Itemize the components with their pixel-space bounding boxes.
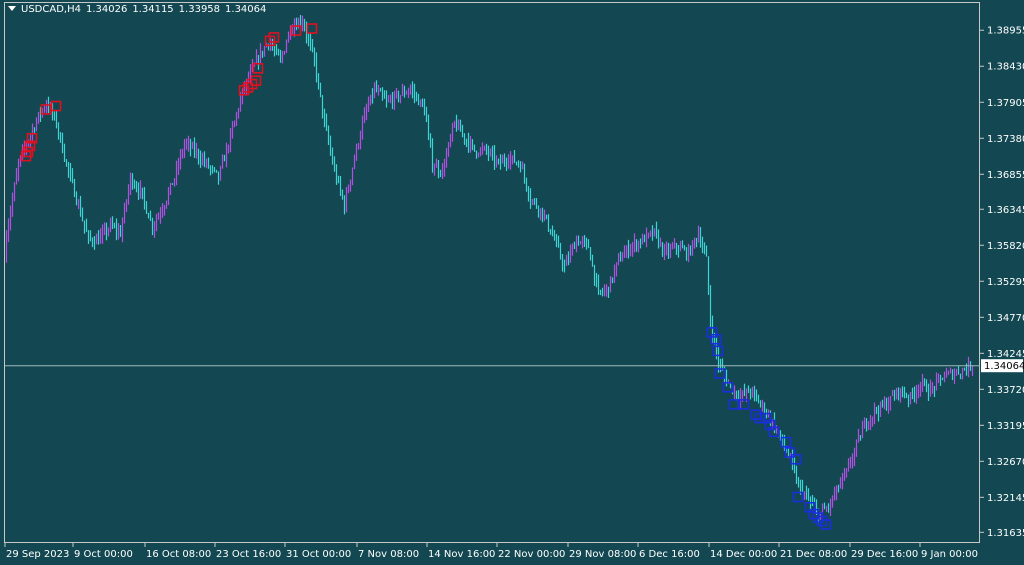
y-tick-label: 1.32145	[987, 493, 1024, 504]
x-tick-label: 14 Nov 16:00	[428, 549, 495, 560]
chart-header: USDCAD,H4 1.34026 1.34115 1.33958 1.34064	[8, 4, 271, 15]
y-tick-label: 1.37380	[987, 134, 1024, 145]
symbol-menu-icon[interactable]	[8, 6, 16, 11]
price-bars-group	[5, 15, 974, 524]
buy-signal-marker	[728, 399, 740, 410]
chart-canvas[interactable]: 1.38955 1.38430 1.37905 1.37380 1.36855 1.363…	[0, 0, 1024, 562]
x-tick-label: 31 Oct 00:00	[286, 549, 351, 560]
sell-signal-marker	[306, 23, 318, 34]
x-tick-label: 29 Dec 16:00	[851, 549, 918, 560]
symbol-timeframe: USDCAD,H4	[21, 4, 81, 15]
y-tick-label: 1.31635	[987, 528, 1024, 539]
x-tick-label: 23 Oct 16:00	[216, 549, 281, 560]
x-tick-label: 29 Nov 08:00	[569, 549, 636, 560]
signal-markers-group	[20, 23, 832, 530]
y-tick-label: 1.35820	[987, 241, 1024, 252]
plot-border	[4, 2, 980, 543]
y-tick-label: 1.37905	[987, 98, 1024, 109]
x-tick-label: 9 Jan 00:00	[921, 549, 978, 560]
buy-signal-marker	[792, 491, 804, 503]
y-axis: 1.38955 1.38430 1.37905 1.37380 1.36855 1.363…	[980, 26, 1024, 539]
open-value: 1.34026	[85, 4, 128, 15]
x-tick-label: 22 Nov 00:00	[498, 549, 565, 560]
x-tick-label: 29 Sep 2023	[6, 549, 69, 560]
y-tick-label: 1.36345	[987, 205, 1024, 216]
x-tick-label: 9 Oct 00:00	[74, 549, 133, 560]
x-tick-label: 16 Oct 08:00	[146, 549, 211, 560]
high-value: 1.34115	[132, 4, 174, 15]
y-tick-label: 1.35295	[987, 277, 1024, 288]
y-tick-label: 1.38955	[987, 26, 1024, 37]
y-tick-label: 1.36855	[987, 170, 1024, 181]
x-tick-label: 14 Dec 00:00	[710, 549, 777, 560]
y-tick-label: 1.33195	[987, 421, 1024, 432]
close-value: 1.34064	[225, 4, 267, 15]
buy-signal-marker	[722, 381, 734, 393]
x-tick-label: 21 Dec 08:00	[780, 549, 847, 560]
price-label-text: 1.34064	[984, 361, 1024, 372]
price-chart[interactable]: 1.38955 1.38430 1.37905 1.37380 1.36855 1.363…	[0, 0, 1024, 562]
y-tick-label: 1.34770	[987, 313, 1024, 324]
y-tick-label: 1.32670	[987, 457, 1024, 468]
x-tick-label: 7 Nov 08:00	[358, 549, 419, 560]
x-tick-label: 6 Dec 16:00	[639, 549, 700, 560]
y-tick-label: 1.34245	[987, 349, 1024, 360]
y-tick-label: 1.38430	[987, 62, 1024, 73]
y-tick-label: 1.33720	[987, 385, 1024, 396]
low-value: 1.33958	[178, 4, 221, 15]
x-axis: 29 Sep 2023 9 Oct 00:00 16 Oct 08:00 23 Oct…	[4, 543, 978, 560]
current-price-label: 1.34064	[981, 359, 1024, 373]
